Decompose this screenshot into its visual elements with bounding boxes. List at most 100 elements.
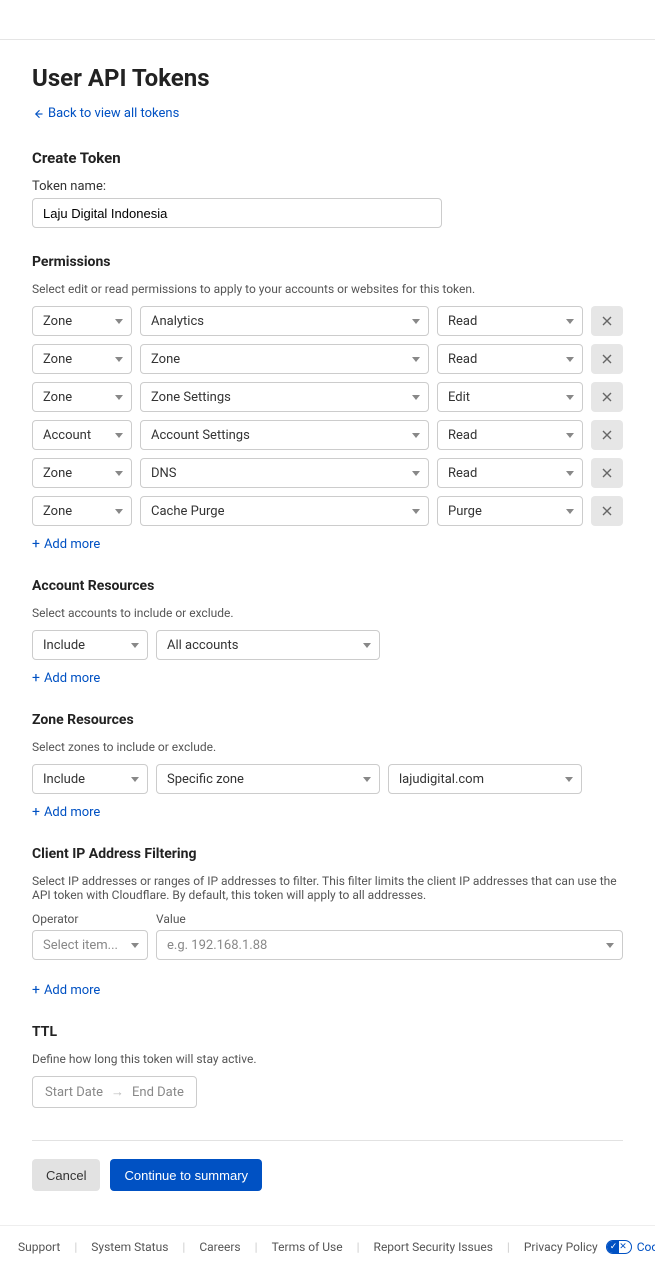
ip-operator-select[interactable]: Select item... (32, 930, 148, 960)
close-icon (601, 391, 613, 403)
account-resources-heading: Account Resources (32, 578, 623, 594)
permission-scope-select[interactable]: Zone (32, 306, 132, 336)
chevron-down-icon (566, 319, 574, 324)
permission-item-select[interactable]: Cache Purge (140, 496, 429, 526)
chevron-down-icon (412, 319, 420, 324)
close-icon (601, 429, 613, 441)
permission-mode-select[interactable]: Edit (437, 382, 583, 412)
permission-item-select[interactable]: DNS (140, 458, 429, 488)
header-spacer (0, 0, 655, 40)
chevron-down-icon (115, 471, 123, 476)
permission-scope-select[interactable]: Zone (32, 382, 132, 412)
permission-mode-select[interactable]: Read (437, 420, 583, 450)
arrow-left-icon (32, 108, 44, 120)
page-content: User API Tokens Back to view all tokens … (0, 40, 655, 1225)
chevron-down-icon (363, 643, 371, 648)
divider (32, 1140, 623, 1141)
permission-item-select[interactable]: Analytics (140, 306, 429, 336)
account-mode-select[interactable]: Include (32, 630, 148, 660)
add-account-resource-link[interactable]: + Add more (32, 670, 100, 686)
account-resource-row: Include All accounts (32, 630, 623, 660)
chevron-down-icon (565, 777, 573, 782)
chevron-down-icon (566, 395, 574, 400)
permission-item-select[interactable]: Zone Settings (140, 382, 429, 412)
permission-scope-select[interactable]: Account (32, 420, 132, 450)
permission-item-select[interactable]: Account Settings (140, 420, 429, 450)
zone-mode-select[interactable]: Include (32, 764, 148, 794)
ttl-end-date: End Date (132, 1085, 184, 1100)
account-resources-section: Account Resources Select accounts to inc… (32, 578, 623, 686)
footer: Support| System Status| Careers| Terms o… (0, 1225, 655, 1268)
chevron-down-icon (566, 433, 574, 438)
permission-item-select[interactable]: Zone (140, 344, 429, 374)
ttl-subtext: Define how long this token will stay act… (32, 1052, 623, 1066)
permission-scope-select[interactable]: Zone (32, 496, 132, 526)
zone-resources-heading: Zone Resources (32, 712, 623, 728)
chevron-down-icon (566, 471, 574, 476)
token-name-section: Token name: (32, 179, 623, 228)
permission-mode-select[interactable]: Purge (437, 496, 583, 526)
zone-type-select[interactable]: Specific zone (156, 764, 380, 794)
permission-scope-select[interactable]: Zone (32, 458, 132, 488)
zone-resource-row: Include Specific zone lajudigital.com (32, 764, 623, 794)
permission-row: Zone Zone Read (32, 344, 623, 374)
back-link-label: Back to view all tokens (48, 106, 179, 121)
chevron-down-icon (131, 943, 139, 948)
account-value-select[interactable]: All accounts (156, 630, 380, 660)
continue-button[interactable]: Continue to summary (110, 1159, 262, 1191)
footer-link-security[interactable]: Report Security Issues (374, 1240, 493, 1254)
chevron-down-icon (115, 357, 123, 362)
zone-value-select[interactable]: lajudigital.com (388, 764, 582, 794)
remove-permission-button[interactable] (591, 458, 623, 488)
chevron-down-icon (115, 395, 123, 400)
permission-scope-select[interactable]: Zone (32, 344, 132, 374)
plus-icon: + (32, 536, 40, 552)
arrow-right-icon: → (111, 1084, 124, 1100)
add-zone-resource-link[interactable]: + Add more (32, 804, 100, 820)
cookie-preferences-link[interactable]: ✓✕ Cookie Preferences (606, 1240, 655, 1254)
chevron-down-icon (131, 777, 139, 782)
permission-row: Zone Zone Settings Edit (32, 382, 623, 412)
footer-link-system-status[interactable]: System Status (91, 1240, 168, 1254)
permission-row: Zone Analytics Read (32, 306, 623, 336)
permission-mode-select[interactable]: Read (437, 306, 583, 336)
chevron-down-icon (131, 643, 139, 648)
chevron-down-icon (566, 357, 574, 362)
ttl-section: TTL Define how long this token will stay… (32, 1024, 623, 1108)
ip-value-column-label: Value (156, 912, 186, 926)
footer-link-support[interactable]: Support (18, 1240, 60, 1254)
ip-operator-column-label: Operator (32, 912, 148, 926)
permission-row: Zone DNS Read (32, 458, 623, 488)
chevron-down-icon (566, 509, 574, 514)
ip-filtering-subtext: Select IP addresses or ranges of IP addr… (32, 874, 623, 902)
footer-link-careers[interactable]: Careers (199, 1240, 240, 1254)
close-icon (601, 315, 613, 327)
cancel-button[interactable]: Cancel (32, 1159, 100, 1191)
chevron-down-icon (412, 433, 420, 438)
footer-link-privacy[interactable]: Privacy Policy (524, 1240, 598, 1254)
remove-permission-button[interactable] (591, 496, 623, 526)
account-resources-subtext: Select accounts to include or exclude. (32, 606, 623, 620)
remove-permission-button[interactable] (591, 420, 623, 450)
remove-permission-button[interactable] (591, 344, 623, 374)
add-ip-filter-link[interactable]: + Add more (32, 982, 100, 998)
ip-value-input[interactable]: e.g. 192.168.1.88 (156, 930, 623, 960)
ip-filtering-heading: Client IP Address Filtering (32, 846, 623, 862)
permission-row: Account Account Settings Read (32, 420, 623, 450)
back-link[interactable]: Back to view all tokens (32, 106, 179, 121)
chevron-down-icon (412, 357, 420, 362)
page-title: User API Tokens (32, 64, 623, 92)
close-icon (601, 353, 613, 365)
create-token-heading: Create Token (32, 149, 623, 167)
permission-mode-select[interactable]: Read (437, 344, 583, 374)
add-permission-link[interactable]: + Add more (32, 536, 100, 552)
cookie-toggle-icon: ✓✕ (606, 1240, 632, 1254)
footer-link-terms[interactable]: Terms of Use (272, 1240, 343, 1254)
remove-permission-button[interactable] (591, 382, 623, 412)
permission-mode-select[interactable]: Read (437, 458, 583, 488)
chevron-down-icon (412, 395, 420, 400)
ttl-date-range-picker[interactable]: Start Date → End Date (32, 1076, 197, 1108)
token-name-input[interactable] (32, 198, 442, 228)
remove-permission-button[interactable] (591, 306, 623, 336)
chevron-down-icon (606, 943, 614, 948)
